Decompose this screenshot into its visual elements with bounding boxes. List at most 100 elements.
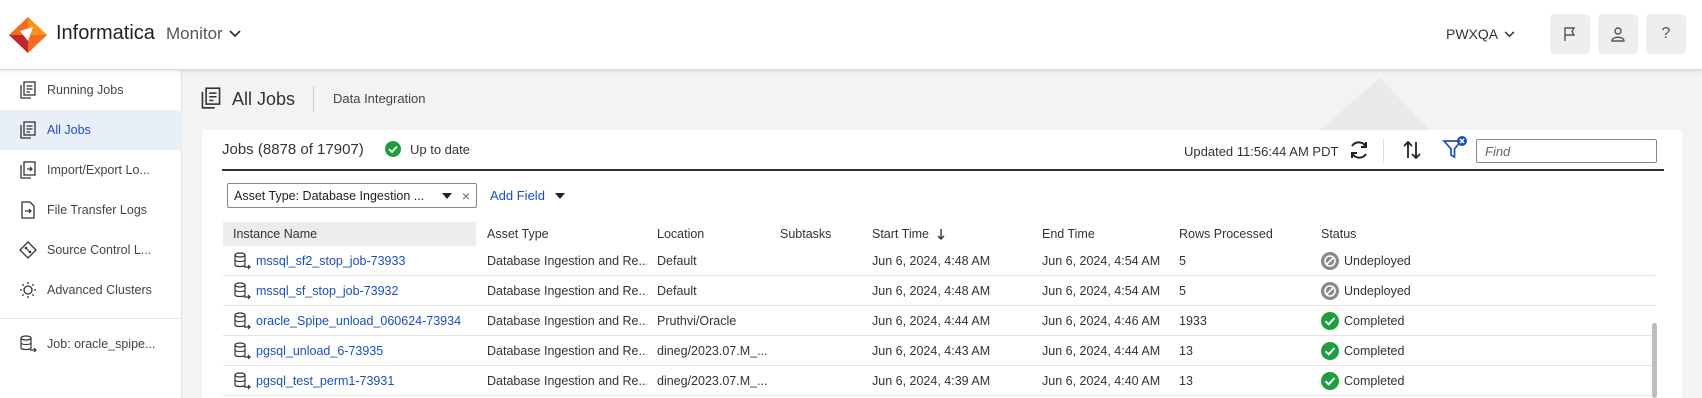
sidebar-item-source-control-logs[interactable]: Source Control L... bbox=[0, 230, 182, 270]
database-job-icon bbox=[233, 252, 251, 270]
column-header-asset-type[interactable]: Asset Type bbox=[487, 222, 549, 246]
asset-type-cell: Database Ingestion and Re... bbox=[487, 374, 647, 388]
table-scrollbar[interactable] bbox=[1652, 323, 1657, 398]
filter-chip-label: Asset Type: Database Ingestion ... bbox=[234, 188, 425, 203]
table-row[interactable]: mssql_sf_stop_job-73932 Database Ingesti… bbox=[223, 276, 1655, 306]
find-input[interactable] bbox=[1476, 139, 1657, 163]
column-header-status[interactable]: Status bbox=[1321, 222, 1356, 246]
header-rule bbox=[222, 169, 1664, 171]
table-row[interactable]: oracle_Spipe_unload_060624-73934 Databas… bbox=[223, 306, 1655, 336]
sidebar-item-file-transfer-logs[interactable]: File Transfer Logs bbox=[0, 190, 182, 230]
database-job-icon bbox=[233, 342, 251, 360]
product-name: Monitor bbox=[166, 24, 223, 43]
asset-type-cell: Database Ingestion and Re... bbox=[487, 314, 647, 328]
table-row[interactable]: pgsql_test_perm1-73931 Database Ingestio… bbox=[223, 366, 1655, 396]
refresh-icon bbox=[1348, 139, 1370, 161]
product-switcher[interactable]: Monitor bbox=[166, 24, 241, 44]
subtasks-cell bbox=[780, 336, 860, 366]
column-header-location[interactable]: Location bbox=[657, 222, 704, 246]
database-job-icon bbox=[233, 372, 251, 390]
asset-type-cell: Database Ingestion and Re... bbox=[487, 284, 647, 298]
title-divider bbox=[313, 86, 314, 112]
org-name: PWXQA bbox=[1446, 26, 1499, 42]
instance-name-link[interactable]: pgsql_unload_6-73935 bbox=[233, 336, 483, 366]
jobs-panel: Jobs (8878 of 17907) Up to date Updated … bbox=[202, 130, 1682, 398]
notifications-button[interactable] bbox=[1550, 14, 1590, 54]
location-cell: dineg/2023.07.M_... bbox=[657, 344, 768, 358]
source-control-icon bbox=[18, 240, 38, 260]
sync-status-label: Up to date bbox=[410, 141, 470, 157]
asset-type-cell: Database Ingestion and Re... bbox=[487, 254, 647, 268]
subtasks-cell bbox=[780, 306, 860, 336]
sidebar-item-running-jobs[interactable]: Running Jobs bbox=[0, 70, 182, 110]
subtasks-cell bbox=[780, 366, 860, 396]
check-circle-icon bbox=[385, 141, 401, 157]
import-export-icon bbox=[18, 160, 38, 180]
status-label: Undeployed bbox=[1344, 284, 1411, 298]
caret-down-icon[interactable] bbox=[441, 192, 452, 199]
column-header-subtasks[interactable]: Subtasks bbox=[780, 222, 831, 246]
close-icon[interactable]: × bbox=[462, 188, 470, 204]
sidebar-item-label: Running Jobs bbox=[47, 83, 124, 97]
sidebar-item-job-tab[interactable]: Job: oracle_spipe... bbox=[0, 324, 182, 364]
background-decoration bbox=[1320, 78, 1430, 130]
instance-name[interactable]: mssql_sf2_stop_job-73933 bbox=[256, 254, 405, 268]
end-time-cell: Jun 6, 2024, 4:40 AM bbox=[1042, 374, 1161, 388]
column-header-start-time[interactable]: Start Time bbox=[872, 222, 945, 246]
sidebar-item-label: All Jobs bbox=[47, 123, 91, 137]
sort-icon bbox=[1402, 139, 1422, 161]
instance-name[interactable]: mssql_sf_stop_job-73932 bbox=[256, 284, 398, 298]
user-icon bbox=[1610, 26, 1626, 42]
start-time-cell: Jun 6, 2024, 4:48 AM bbox=[872, 254, 991, 268]
chevron-down-icon bbox=[1504, 30, 1515, 38]
asset-type-cell: Database Ingestion and Re... bbox=[487, 344, 647, 358]
add-field-button[interactable]: Add Field bbox=[490, 188, 565, 203]
user-profile-button[interactable] bbox=[1598, 14, 1638, 54]
rows-processed-cell: 5 bbox=[1179, 254, 1186, 268]
undeployed-icon bbox=[1321, 252, 1339, 270]
status-cell: Undeployed bbox=[1321, 246, 1471, 276]
column-header-rows-processed[interactable]: Rows Processed bbox=[1179, 222, 1273, 246]
instance-name[interactable]: pgsql_test_perm1-73931 bbox=[256, 374, 394, 388]
instance-name[interactable]: oracle_Spipe_unload_060624-73934 bbox=[256, 314, 461, 328]
sort-descending-icon bbox=[937, 228, 945, 240]
table-row[interactable]: mssql_sf2_stop_job-73933 Database Ingest… bbox=[223, 246, 1655, 276]
table-row[interactable]: pgsql_unload_6-73935 Database Ingestion … bbox=[223, 336, 1655, 366]
chevron-down-icon bbox=[229, 30, 241, 38]
check-circle-icon bbox=[1321, 372, 1339, 390]
sidebar-item-label: Import/Export Lo... bbox=[47, 163, 150, 177]
jobs-icon bbox=[18, 120, 38, 140]
database-job-icon bbox=[18, 334, 38, 354]
status-label: Completed bbox=[1344, 344, 1405, 358]
end-time-cell: Jun 6, 2024, 4:54 AM bbox=[1042, 284, 1161, 298]
sidebar-item-advanced-clusters[interactable]: Advanced Clusters bbox=[0, 270, 182, 310]
clear-filter-button[interactable] bbox=[1442, 135, 1468, 161]
asset-type-filter[interactable]: Asset Type: Database Ingestion ... × bbox=[227, 183, 477, 208]
page-title: All Jobs bbox=[232, 89, 296, 109]
check-circle-icon bbox=[1321, 342, 1339, 360]
refresh-button[interactable] bbox=[1348, 139, 1370, 161]
rows-processed-cell: 5 bbox=[1179, 284, 1186, 298]
sort-button[interactable] bbox=[1402, 139, 1422, 161]
location-cell: dineg/2023.07.M_... bbox=[657, 374, 768, 388]
instance-name[interactable]: pgsql_unload_6-73935 bbox=[256, 344, 383, 358]
status-cell: Completed bbox=[1321, 366, 1471, 396]
org-switcher[interactable]: PWXQA bbox=[1446, 26, 1515, 42]
help-button[interactable]: ? bbox=[1646, 14, 1686, 54]
jobs-icon bbox=[200, 87, 222, 109]
database-job-icon bbox=[233, 312, 251, 330]
table-header: Instance Name Asset Type Location Subtas… bbox=[223, 222, 1655, 246]
sidebar: Running Jobs All Jobs Import/Export Lo..… bbox=[0, 70, 182, 398]
sidebar-item-import-export-logs[interactable]: Import/Export Lo... bbox=[0, 150, 182, 190]
instance-name-link[interactable]: mssql_sf_stop_job-73932 bbox=[233, 276, 483, 306]
instance-name-link[interactable]: pgsql_test_perm1-73931 bbox=[233, 366, 483, 396]
instance-name-link[interactable]: mssql_sf2_stop_job-73933 bbox=[233, 246, 483, 276]
sidebar-item-all-jobs[interactable]: All Jobs bbox=[0, 110, 182, 150]
column-header-instance-name[interactable]: Instance Name bbox=[223, 222, 476, 246]
column-header-end-time[interactable]: End Time bbox=[1042, 222, 1095, 246]
jobs-icon bbox=[18, 80, 38, 100]
instance-name-link[interactable]: oracle_Spipe_unload_060624-73934 bbox=[233, 306, 483, 336]
subtasks-cell bbox=[780, 276, 860, 306]
add-field-label: Add Field bbox=[490, 188, 545, 203]
subtasks-cell bbox=[780, 246, 860, 276]
